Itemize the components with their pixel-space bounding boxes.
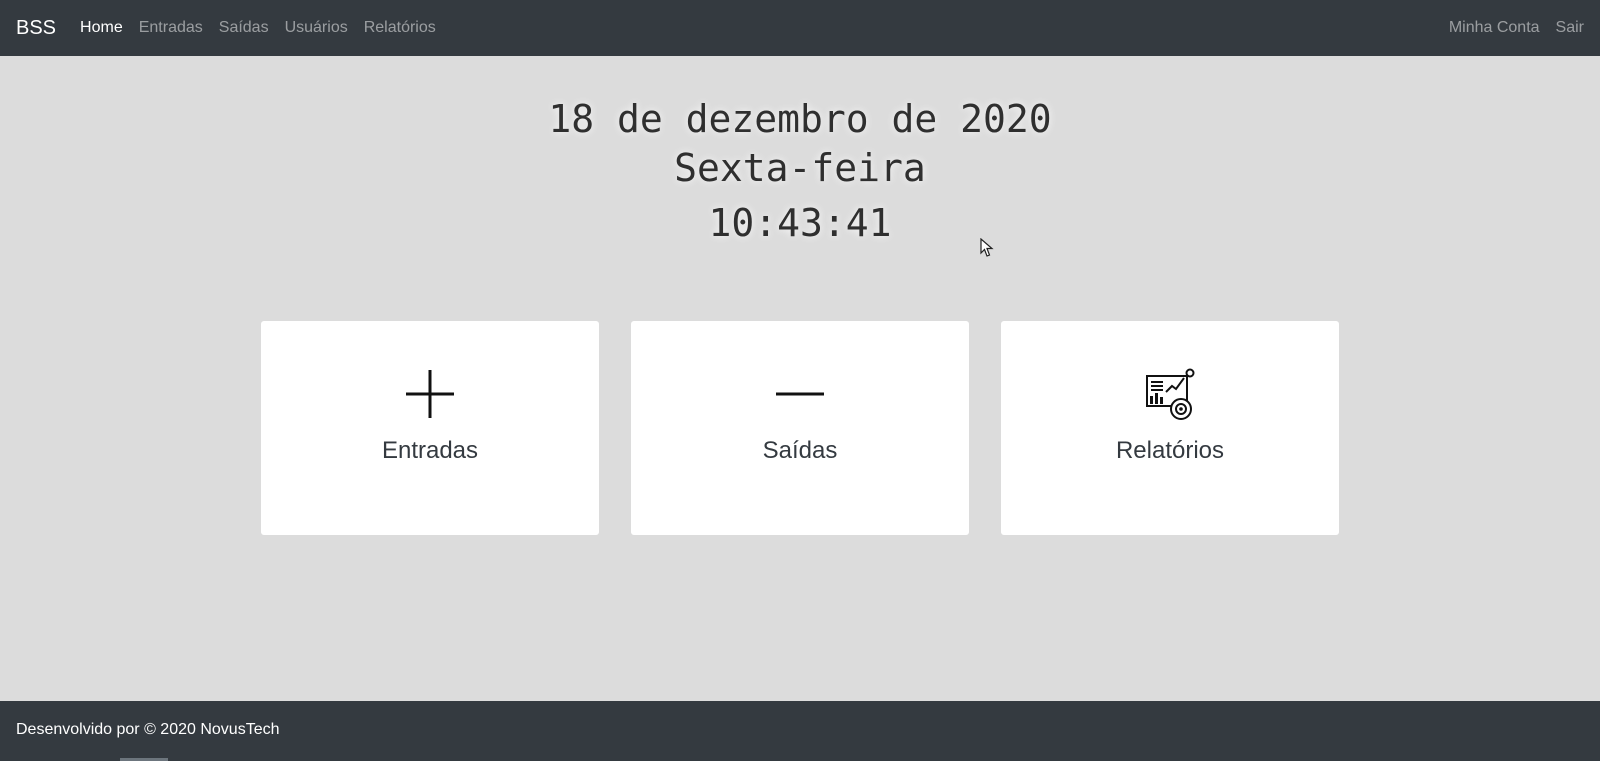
nav-link-logout[interactable]: Sair [1556, 19, 1584, 37]
nav-links: Home Entradas Saídas Usuários Relatórios [80, 19, 436, 37]
nav-link-home[interactable]: Home [80, 19, 123, 37]
footer: Desenvolvido por © 2020 NovusTech [0, 701, 1600, 761]
nav-right: Minha Conta Sair [1449, 19, 1584, 37]
nav-link-account[interactable]: Minha Conta [1449, 19, 1540, 37]
card-entradas-label: Entradas [381, 437, 479, 464]
nav-link-entradas[interactable]: Entradas [139, 19, 203, 37]
minus-icon [776, 392, 824, 396]
clock-date: 18 de dezembro de 2020 [548, 97, 1052, 141]
nav-link-saidas[interactable]: Saídas [219, 19, 269, 37]
clock-panel: 18 de dezembro de 2020 Sexta-feira 10:43… [0, 94, 1600, 248]
clock-weekday: Sexta-feira [674, 146, 926, 190]
card-relatorios-label: Relatórios [1115, 437, 1225, 464]
report-chart-icon [1146, 368, 1195, 420]
plus-icon [406, 370, 454, 418]
card-saidas-label: Saídas [762, 437, 838, 464]
footer-text: Desenvolvido por © 2020 NovusTech [16, 721, 280, 738]
card-relatorios[interactable]: Relatórios [1001, 321, 1339, 535]
nav-link-relatorios[interactable]: Relatórios [364, 19, 436, 37]
mouse-cursor-icon [980, 238, 994, 257]
clock-time: 10:43:41 [708, 201, 892, 245]
nav-link-usuarios[interactable]: Usuários [285, 19, 348, 37]
navbar: BSS Home Entradas Saídas Usuários Relató… [0, 0, 1600, 56]
card-saidas[interactable]: Saídas [631, 321, 969, 535]
shortcut-cards: Entradas Saídas Relatórios [261, 321, 1339, 535]
brand-logo[interactable]: BSS [16, 17, 56, 40]
card-entradas[interactable]: Entradas [261, 321, 599, 535]
